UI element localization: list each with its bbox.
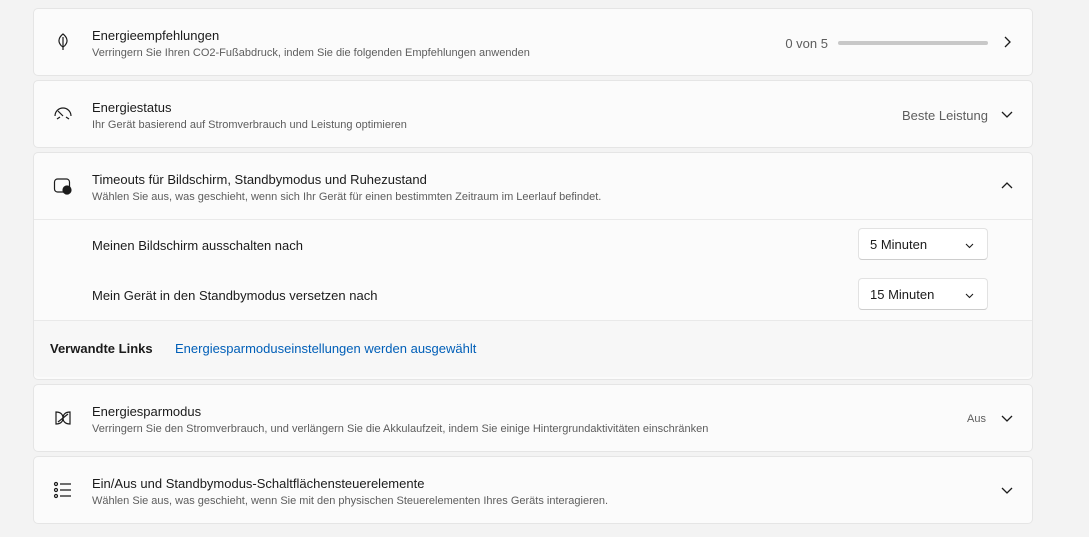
- screen-off-label: Meinen Bildschirm ausschalten nach: [92, 238, 303, 253]
- chevron-down-icon[interactable]: [1000, 411, 1014, 425]
- energy-recommendations-row[interactable]: Energieempfehlungen Verringern Sie Ihren…: [34, 9, 1032, 75]
- chevron-down-icon: [964, 239, 975, 250]
- screen-off-dropdown[interactable]: 5 Minuten: [858, 228, 988, 260]
- chevron-down-icon: [964, 289, 975, 300]
- energy-saver-value: Aus: [967, 413, 986, 425]
- power-mode-row[interactable]: Energiestatus Ihr Gerät basierend auf St…: [34, 81, 1032, 147]
- energy-saver-settings-link[interactable]: Energiesparmoduseinstellungen werden aus…: [175, 341, 476, 356]
- power-buttons-description: Wählen Sie aus, was geschieht, wenn Sie …: [92, 495, 609, 507]
- power-mode-title: Energiestatus: [92, 100, 172, 115]
- timeouts-title: Timeouts für Bildschirm, Standbymodus un…: [92, 172, 427, 187]
- timeouts-description: Wählen Sie aus, was geschieht, wenn sich…: [92, 191, 602, 203]
- power-mode-card[interactable]: Energiestatus Ihr Gerät basierend auf St…: [33, 80, 1033, 148]
- related-links-row: Verwandte Links Energiesparmoduseinstell…: [34, 320, 1032, 377]
- power-buttons-title: Ein/Aus und Standbymodus-Schaltflächenst…: [92, 476, 425, 491]
- chevron-right-icon: [1000, 35, 1014, 49]
- standby-value: 15 Minuten: [870, 287, 935, 302]
- energy-recommendations-card[interactable]: Energieempfehlungen Verringern Sie Ihren…: [33, 8, 1033, 76]
- power-mode-description: Ihr Gerät basierend auf Stromverbrauch u…: [92, 119, 407, 131]
- screen-off-row: Meinen Bildschirm ausschalten nach 5 Min…: [34, 220, 1032, 270]
- standby-label: Mein Gerät in den Standbymodus versetzen…: [92, 288, 378, 303]
- related-links-label: Verwandte Links: [50, 341, 153, 356]
- energy-recommendations-description: Verringern Sie Ihren CO2-Fußabdruck, ind…: [92, 47, 530, 59]
- standby-dropdown[interactable]: 15 Minuten: [858, 278, 988, 310]
- screen-sleep-icon: [52, 175, 74, 197]
- power-buttons-card[interactable]: Ein/Aus und Standbymodus-Schaltflächenst…: [33, 456, 1033, 524]
- energy-recommendations-title: Energieempfehlungen: [92, 28, 220, 43]
- chevron-down-icon[interactable]: [1000, 483, 1014, 497]
- recommendations-progress-bar: [838, 41, 988, 45]
- leaf-icon: [52, 31, 74, 53]
- power-buttons-row[interactable]: Ein/Aus und Standbymodus-Schaltflächenst…: [34, 457, 1032, 523]
- list-icon: [52, 479, 74, 501]
- screen-off-value: 5 Minuten: [870, 237, 928, 252]
- energy-saver-title: Energiesparmodus: [92, 404, 202, 419]
- energy-saver-row[interactable]: Energiesparmodus Verringern Sie den Stro…: [34, 385, 1032, 451]
- leaf-shield-icon: [52, 407, 74, 429]
- standby-row: Mein Gerät in den Standbymodus versetzen…: [34, 270, 1032, 320]
- gauge-icon: [52, 103, 74, 125]
- energy-saver-card[interactable]: Energiesparmodus Verringern Sie den Stro…: [33, 384, 1033, 452]
- timeouts-card: Timeouts für Bildschirm, Standbymodus un…: [33, 152, 1033, 380]
- power-mode-value[interactable]: Beste Leistung: [902, 108, 988, 123]
- chevron-down-icon[interactable]: [1000, 107, 1014, 121]
- timeouts-header-row[interactable]: Timeouts für Bildschirm, Standbymodus un…: [34, 153, 1032, 219]
- chevron-up-icon[interactable]: [1000, 179, 1014, 193]
- recommendations-progress-text: 0 von 5: [785, 36, 828, 51]
- energy-saver-description: Verringern Sie den Stromverbrauch, und v…: [92, 423, 709, 435]
